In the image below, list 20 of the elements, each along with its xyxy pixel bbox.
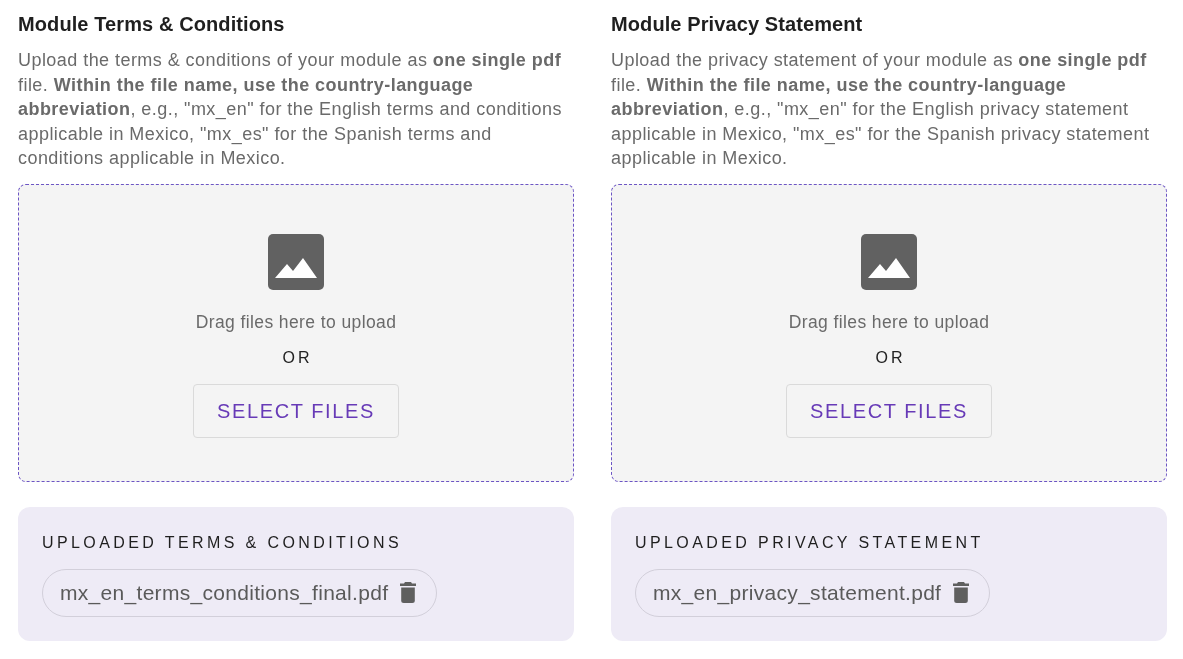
uploaded-heading: UPLOADED TERMS & CONDITIONS [42, 532, 402, 553]
image-icon [268, 233, 324, 290]
dropzone-prompt: Drag files here to upload [195, 311, 397, 332]
trash-icon[interactable] [400, 582, 417, 603]
file-dropzone[interactable]: Drag files here to upload OR SELECT FILES [611, 183, 1167, 482]
or-separator: OR [874, 347, 906, 368]
trash-icon[interactable] [953, 582, 970, 603]
section-title: Module Privacy Statement [611, 12, 864, 36]
select-files-button[interactable]: SELECT FILES [786, 383, 992, 438]
section-description: Upload the privacy statement of your module as one single pdf file. Within the file name, use the country-language abbreviation, e.g., "mx_en" for the English privacy statement applicable in Mexico, "mx_es" for the Spanish privacy statement applicable in Mexico. [611, 49, 1151, 170]
select-files-button[interactable]: SELECT FILES [193, 383, 399, 438]
file-dropzone[interactable]: Drag files here to upload OR SELECT FILES [18, 183, 574, 482]
file-name: mx_en_privacy_statement.pdf [653, 580, 942, 605]
or-separator: OR [281, 347, 313, 368]
section-title: Module Terms & Conditions [18, 12, 286, 36]
image-icon [861, 233, 917, 290]
dropzone-prompt: Drag files here to upload [788, 311, 990, 332]
uploaded-heading: UPLOADED PRIVACY STATEMENT [635, 532, 984, 553]
section-description: Upload the terms & conditions of your module as one single pdf file. Within the file name, use the country-language abbreviation, e.g., "mx_en" for the English terms and conditions applicable in Mexico, "mx_es" for the Spanish terms and conditions applicable in Mexico. [18, 49, 563, 170]
file-name: mx_en_terms_conditions_final.pdf [60, 580, 389, 605]
